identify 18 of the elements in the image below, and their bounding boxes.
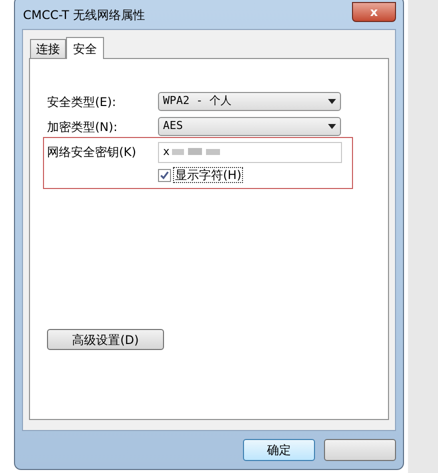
tab[interactable]: 安全 <box>66 37 104 59</box>
cancel-button[interactable] <box>324 439 396 461</box>
field-label: 网络安全密钥(K) <box>46 144 138 161</box>
field-label: 加密类型(N): <box>46 118 118 136</box>
window-title: CMCC-T 无线网络属性 <box>22 7 145 24</box>
field-label: 安全类型(E): <box>46 94 117 110</box>
checkbox[interactable] <box>158 168 171 182</box>
checkbox-label[interactable]: 显示字符(H) <box>173 167 244 183</box>
key-input-field[interactable]: x <box>158 142 342 162</box>
dropdown-arrow-icon <box>328 99 336 104</box>
dropdown-arrow-icon <box>328 124 336 129</box>
redaction-blur <box>172 148 222 156</box>
dropdown[interactable]: WPA2 - 个人 <box>158 92 341 111</box>
ok-button[interactable]: 确定 <box>243 439 315 461</box>
advanced-settings-button[interactable]: 高级设置(D) <box>47 329 164 350</box>
check-icon <box>160 170 169 180</box>
tab[interactable]: 连接 <box>30 39 66 58</box>
dropdown[interactable]: AES <box>158 117 341 136</box>
